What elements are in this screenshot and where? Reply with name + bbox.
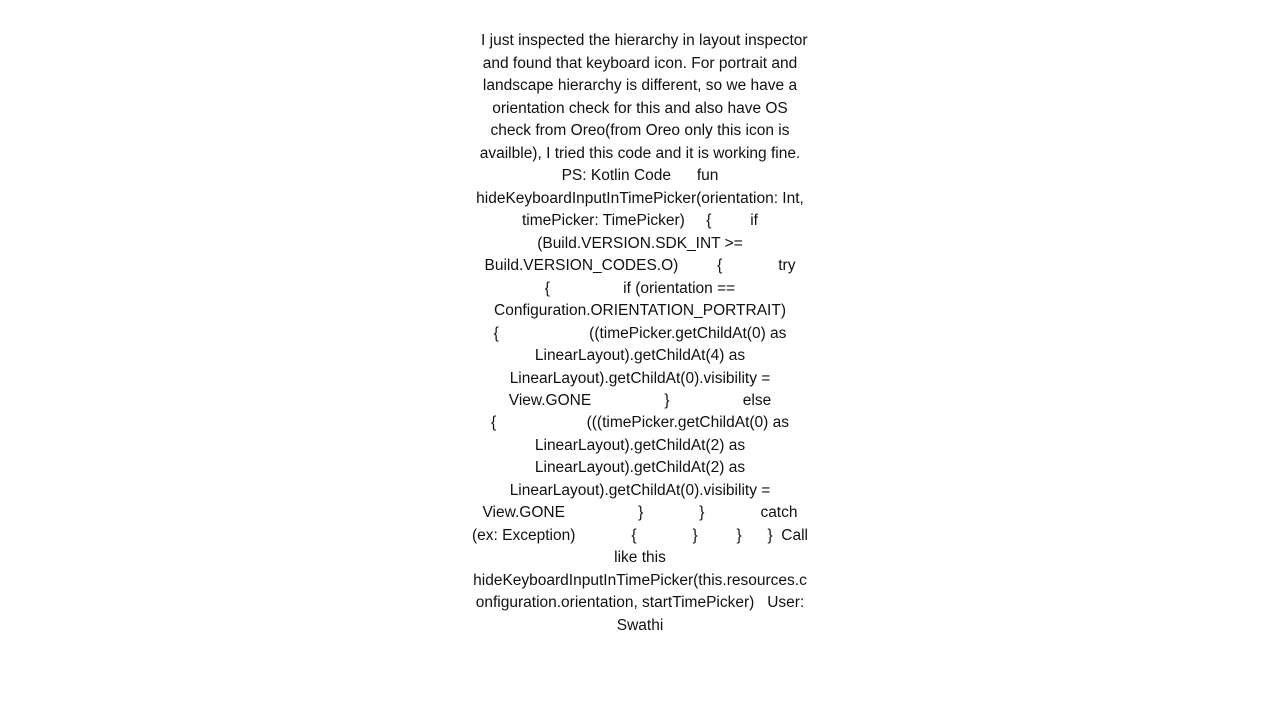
post-container: I just inspected the hierarchy in layout…: [470, 0, 810, 637]
post-body: I just inspected the hierarchy in layout…: [472, 32, 859, 633]
